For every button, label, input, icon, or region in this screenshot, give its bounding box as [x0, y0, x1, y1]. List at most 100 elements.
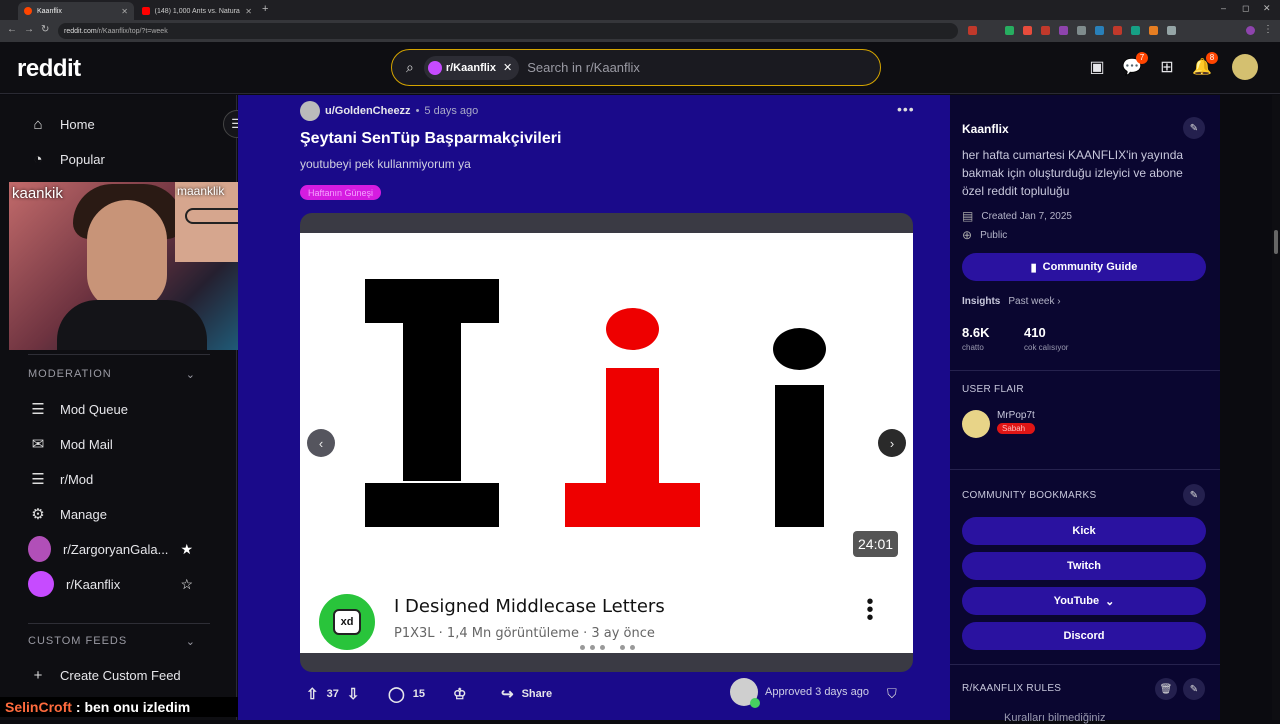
page-scrollbar[interactable]: [1272, 95, 1280, 720]
insights-row[interactable]: Insights Past week ›: [962, 296, 1061, 307]
nav-r-mod[interactable]: ☰ r/Mod: [28, 464, 208, 494]
red-letter-stem: [606, 368, 659, 488]
community-guide-button[interactable]: ▮ Community Guide: [962, 253, 1206, 281]
browser-tab-kaanflix[interactable]: Kaanflix ✕: [18, 2, 134, 20]
extension-icon[interactable]: [1113, 26, 1122, 35]
extension-icon[interactable]: [1077, 26, 1086, 35]
browser-menu-icon[interactable]: ⋮: [1263, 24, 1273, 35]
webcam-overlay: kaankik maanklik: [9, 182, 265, 350]
carousel-dot[interactable]: [590, 645, 595, 650]
forward-icon[interactable]: →: [24, 24, 34, 35]
carousel-prev-button[interactable]: ‹: [307, 429, 335, 457]
edit-rules-button[interactable]: ✎: [1183, 678, 1205, 700]
chat-icon[interactable]: 💬 7: [1122, 52, 1148, 77]
minimize-icon[interactable]: –: [1221, 3, 1226, 13]
approved-check-icon: [750, 698, 760, 708]
nav-popular[interactable]: ◔ Popular: [28, 144, 208, 174]
webcam-inset-label: maanklik: [177, 184, 225, 198]
share-button[interactable]: ↪ Share: [501, 680, 552, 708]
search-bar[interactable]: ⌕ r/Kaanflix ✕: [391, 49, 881, 86]
post-author[interactable]: u/GoldenCheezz: [325, 105, 411, 117]
browser-tab-strip: Kaanflix ✕ (148) 1,000 Ants vs. Natural …: [0, 0, 1280, 20]
extension-icon[interactable]: [1095, 26, 1104, 35]
post-flair[interactable]: Haftanın Güneşi: [300, 185, 382, 200]
back-icon[interactable]: ←: [7, 24, 17, 35]
new-tab-icon[interactable]: +: [262, 3, 268, 15]
approved-status: Approved 3 days ago: [730, 678, 869, 708]
bookmark-youtube[interactable]: YouTube ⌄: [962, 587, 1206, 615]
extension-icon[interactable]: [1059, 26, 1068, 35]
close-tab-icon[interactable]: ✕: [245, 7, 252, 16]
extension-icon[interactable]: [1005, 26, 1014, 35]
post-options-icon[interactable]: •••: [897, 101, 915, 117]
advertise-icon[interactable]: ▣: [1087, 59, 1107, 77]
reddit-logo[interactable]: reddit: [17, 55, 81, 83]
nav-mod-mail[interactable]: ✉ Mod Mail: [28, 429, 208, 459]
reddit-header: reddit ⌕ r/Kaanflix ✕ ▣ 💬7 ⊞ 🔔8: [0, 42, 1280, 94]
post-title[interactable]: Şeytani SenTüp Başparmakçivileri: [300, 130, 561, 148]
custom-feeds-heading[interactable]: CUSTOM FEEDS ⌄: [28, 635, 196, 648]
nav-label: Manage: [60, 506, 107, 522]
extension-icon[interactable]: [968, 26, 977, 35]
browser-tab-youtube[interactable]: (148) 1,000 Ants vs. Natural D... ✕: [136, 2, 258, 20]
edit-community-button[interactable]: ✎: [1183, 117, 1205, 139]
moderation-heading[interactable]: MODERATION ⌄: [28, 368, 196, 381]
carousel-dot[interactable]: [580, 645, 585, 650]
nav-r-kaanflix[interactable]: r/Kaanflix ☆: [28, 569, 193, 599]
bookmark-twitch[interactable]: Twitch: [962, 552, 1206, 580]
upvote-icon[interactable]: ⇧: [306, 685, 319, 703]
star-filled-icon[interactable]: ★: [180, 541, 193, 558]
award-icon: ♔: [453, 686, 467, 703]
delete-rules-button[interactable]: 🗑: [1155, 678, 1177, 700]
user-avatar[interactable]: [1232, 54, 1258, 80]
award-button[interactable]: ♔: [453, 680, 466, 708]
star-outline-icon[interactable]: ☆: [180, 576, 193, 593]
url-bar[interactable]: reddit.com/r/Kaanflix/top/?t=week: [58, 23, 958, 39]
channel-avatar[interactable]: xd: [319, 594, 375, 650]
profile-icon[interactable]: [1246, 26, 1255, 35]
mod-shield-icon[interactable]: ⛉: [887, 686, 897, 702]
nav-create-custom-feed[interactable]: + Create Custom Feed: [28, 660, 208, 690]
nav-home[interactable]: ⌂ Home: [28, 109, 208, 139]
post-media-carousel[interactable]: 24:01 ‹ › xd I Designed Middlecase Lette…: [300, 213, 913, 672]
letter-i-small-stem: [775, 385, 824, 527]
extension-icon[interactable]: [1041, 26, 1050, 35]
extension-icon[interactable]: [1149, 26, 1158, 35]
visibility: ⊕ Public: [962, 228, 1007, 242]
scrollbar-thumb[interactable]: [1274, 230, 1278, 254]
flair-username: MrPop7t: [997, 410, 1035, 421]
downvote-icon[interactable]: ⇩: [347, 685, 360, 703]
bookmark-kick[interactable]: Kick: [962, 517, 1206, 545]
extension-icon[interactable]: [1167, 26, 1176, 35]
community-search-chip[interactable]: r/Kaanflix ✕: [423, 55, 520, 80]
carousel-dot[interactable]: [610, 645, 615, 650]
bookmark-discord[interactable]: Discord: [962, 622, 1206, 650]
rule-item-peek[interactable]: Kuralları bilmediğiniz: [1004, 712, 1106, 724]
remove-chip-icon[interactable]: ✕: [503, 61, 512, 74]
nav-mod-queue[interactable]: ☰ Mod Queue: [28, 394, 208, 424]
nav-r-zargoryangala[interactable]: r/ZargoryanGala... ★: [28, 534, 193, 564]
video-options-icon[interactable]: • • •: [864, 592, 876, 628]
notifications-icon[interactable]: 🔔 8: [1192, 52, 1218, 77]
video-title[interactable]: I Designed Middlecase Letters: [394, 596, 665, 617]
reload-icon[interactable]: ↻: [41, 24, 49, 35]
extension-icon[interactable]: [1023, 26, 1032, 35]
maximize-icon[interactable]: ◻: [1242, 3, 1249, 14]
home-icon: ⌂: [33, 115, 43, 133]
author-avatar[interactable]: [300, 101, 320, 121]
carousel-next-button[interactable]: ›: [878, 429, 906, 457]
comments-button[interactable]: ◯ 15: [388, 680, 425, 708]
letter-i-bottom: [365, 483, 499, 527]
edit-bookmarks-button[interactable]: ✎: [1183, 484, 1205, 506]
carousel-dot[interactable]: [600, 645, 605, 650]
user-flair-preview[interactable]: MrPop7t Sabah: [962, 410, 1035, 438]
extension-icon[interactable]: [1131, 26, 1140, 35]
carousel-dot[interactable]: [630, 645, 635, 650]
carousel-dot[interactable]: [620, 645, 625, 650]
close-window-icon[interactable]: ✕: [1263, 3, 1271, 14]
cake-icon: ▤: [962, 209, 974, 223]
search-input[interactable]: [527, 60, 828, 75]
close-tab-icon[interactable]: ✕: [121, 7, 128, 16]
nav-manage[interactable]: ⚙ Manage: [28, 499, 208, 529]
create-post-icon[interactable]: ⊞: [1157, 59, 1177, 77]
